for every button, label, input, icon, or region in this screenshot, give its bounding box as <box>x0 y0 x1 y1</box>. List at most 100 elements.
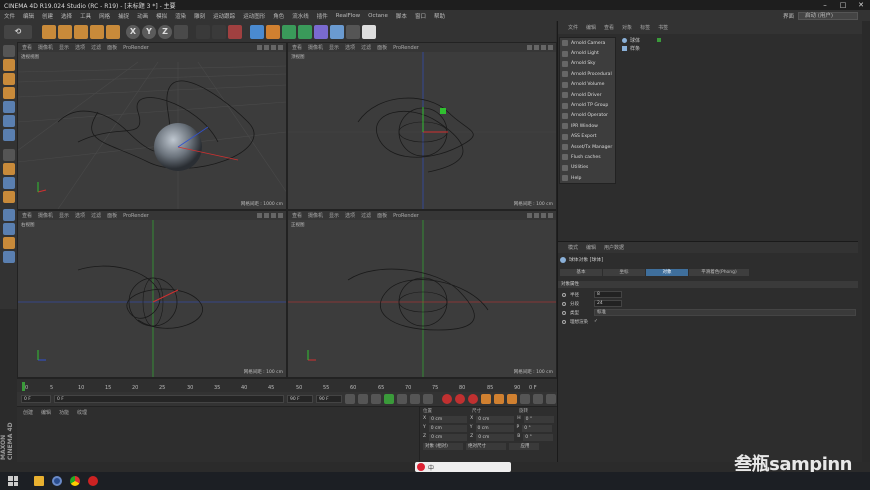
timeline-menu-icon[interactable] <box>546 394 556 404</box>
menu-item[interactable]: 脚本 <box>396 12 407 20</box>
vp-menu[interactable]: 摄像机 <box>308 212 323 219</box>
x-axis-icon[interactable]: X <box>126 24 140 39</box>
vp-menu[interactable]: 过滤 <box>361 44 371 51</box>
vp-menu[interactable]: 面板 <box>107 212 117 219</box>
vp-menu[interactable]: ProRender <box>393 45 419 51</box>
menu-item[interactable]: 运动跟踪 <box>213 12 235 20</box>
vp-menu[interactable]: 选项 <box>345 44 355 51</box>
select-icon[interactable] <box>42 24 56 39</box>
coord-mode-select[interactable]: 对象 (相对) <box>423 443 463 450</box>
tab-object[interactable]: 对象 <box>646 269 688 276</box>
param-key-icon[interactable] <box>520 394 530 404</box>
tweak-icon[interactable] <box>2 163 15 175</box>
vp-menu[interactable]: 显示 <box>329 212 339 219</box>
material-manager[interactable]: 创建 编辑 功能 纹理 <box>17 406 419 462</box>
vp-menu[interactable]: 过滤 <box>361 212 371 219</box>
size-z-field[interactable]: 0 cm <box>476 434 515 441</box>
am-menu[interactable]: 用户数据 <box>604 244 624 251</box>
type-select[interactable]: 标准 <box>594 309 856 316</box>
radius-input[interactable]: 8 <box>594 291 622 298</box>
vp-menu[interactable]: 查看 <box>292 44 302 51</box>
rotate-icon[interactable] <box>90 24 104 39</box>
rot-p-field[interactable]: 0 ° <box>522 425 553 432</box>
menu-item[interactable]: Arnold Camera <box>560 38 615 48</box>
undo-icon[interactable]: ⟲ <box>4 24 32 39</box>
goto-end-icon[interactable] <box>423 394 433 404</box>
menu-item[interactable]: 动画 <box>137 12 148 20</box>
coord-system-icon[interactable] <box>174 24 188 39</box>
vp-menu[interactable]: ProRender <box>123 213 149 219</box>
pen-icon[interactable] <box>266 24 280 39</box>
menu-item[interactable]: ASS Export <box>560 132 615 142</box>
workplane-icon[interactable] <box>2 87 15 99</box>
menu-item[interactable]: Arnold Light <box>560 48 615 58</box>
menu-item[interactable]: 运动图形 <box>243 12 265 20</box>
viewport-nav-icons[interactable] <box>257 45 286 50</box>
array-icon[interactable] <box>298 24 312 39</box>
vp-menu[interactable]: 查看 <box>292 212 302 219</box>
menu-item[interactable]: Arnold Sky <box>560 59 615 69</box>
vp-menu[interactable]: ProRender <box>123 45 149 51</box>
vp-menu[interactable]: 显示 <box>59 212 69 219</box>
chrome-icon[interactable] <box>70 476 80 486</box>
menu-item[interactable]: 窗口 <box>415 12 426 20</box>
layout-select[interactable]: 启动 (用户) <box>798 11 858 20</box>
snap-icon[interactable] <box>2 177 15 189</box>
tab-phong[interactable]: 平滑着色(Phong) <box>689 269 749 276</box>
auto-key-icon[interactable] <box>455 394 465 404</box>
menu-item[interactable]: 模拟 <box>156 12 167 20</box>
object-row[interactable]: 球体 <box>622 36 662 44</box>
ime-mode[interactable]: 中 <box>428 463 434 472</box>
move-icon[interactable] <box>58 24 72 39</box>
paint-icon[interactable] <box>2 251 15 263</box>
viewport-nav-icons[interactable] <box>527 45 556 50</box>
scale-key-icon[interactable] <box>494 394 504 404</box>
y-axis-icon[interactable]: Y <box>142 24 156 39</box>
menu-item[interactable]: Asset/Tx Manager <box>560 142 615 152</box>
menu-item[interactable]: 角色 <box>273 12 284 20</box>
next-key-icon[interactable] <box>410 394 420 404</box>
floor-icon[interactable] <box>330 24 344 39</box>
menu-item[interactable]: 文件 <box>4 12 15 20</box>
record-app-icon[interactable] <box>88 476 98 486</box>
deformer-icon[interactable] <box>314 24 328 39</box>
menu-item[interactable]: Arnold Driver <box>560 90 615 100</box>
rot-b-field[interactable]: 0 ° <box>523 434 554 441</box>
vp-menu[interactable]: 显示 <box>59 44 69 51</box>
maximize-button[interactable]: □ <box>834 1 852 9</box>
viewport-perspective[interactable]: 查看 摄像机 显示 选项 过滤 面板 ProRender 透视视图 网格间距 :… <box>17 42 287 210</box>
apply-button[interactable]: 应用 <box>509 443 539 450</box>
file-explorer-icon[interactable] <box>34 476 44 486</box>
texture-mode-icon[interactable] <box>2 73 15 85</box>
vp-menu[interactable]: 摄像机 <box>38 44 53 51</box>
vp-menu[interactable]: ProRender <box>393 213 419 219</box>
vp-menu[interactable]: 选项 <box>75 44 85 51</box>
vp-menu[interactable]: 面板 <box>377 212 387 219</box>
menu-item[interactable]: 帮助 <box>434 12 445 20</box>
vp-menu[interactable]: 选项 <box>345 212 355 219</box>
make-editable-icon[interactable] <box>2 45 15 57</box>
segments-input[interactable]: 24 <box>594 300 622 307</box>
viewport-top[interactable]: 查看 摄像机 显示 选项 过滤 面板 ProRender 顶视图 网格间距 : … <box>287 42 557 210</box>
vp-menu[interactable]: 选项 <box>75 212 85 219</box>
z-axis-icon[interactable]: Z <box>158 24 172 39</box>
soft-selection-icon[interactable] <box>2 191 15 203</box>
menu-item[interactable]: 雕刻 <box>194 12 205 20</box>
om-menu[interactable]: 标签 <box>640 24 650 31</box>
am-menu[interactable]: 编辑 <box>586 244 596 251</box>
viewport-front[interactable]: 查看 摄像机 显示 选项 过滤 面板 ProRender 正视图 网格间距 : … <box>287 210 557 378</box>
vp-menu[interactable]: 过滤 <box>91 44 101 51</box>
om-menu[interactable]: 文件 <box>568 24 578 31</box>
rot-h-field[interactable]: 0 ° <box>523 416 554 423</box>
render-picture-viewer-icon[interactable] <box>212 24 226 39</box>
menu-item[interactable]: Arnold TP Group <box>560 100 615 110</box>
mat-menu-item[interactable]: 编辑 <box>41 409 51 416</box>
viewport-nav-icons[interactable] <box>527 213 556 218</box>
menu-item[interactable]: Arnold Operator <box>560 111 615 121</box>
light-icon[interactable] <box>362 24 376 39</box>
om-menu[interactable]: 查看 <box>604 24 614 31</box>
mat-menu-item[interactable]: 功能 <box>59 409 69 416</box>
size-mode-select[interactable]: 绝对尺寸 <box>466 443 506 450</box>
pos-y-field[interactable]: 0 cm <box>428 425 467 432</box>
menu-item[interactable]: 捕捉 <box>118 12 129 20</box>
